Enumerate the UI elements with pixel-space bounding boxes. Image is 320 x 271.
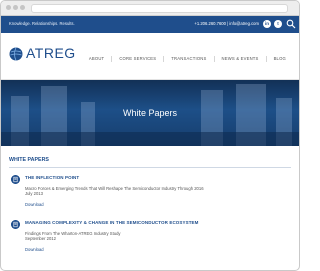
logo-text[interactable]: ATREG [26,45,76,61]
top-bar: Knowledge. Relationships. Results. +1.20… [1,16,299,33]
page-title: White Papers [122,108,178,118]
tagline: Knowledge. Relationships. Results. [9,21,75,26]
download-link[interactable]: Download [25,202,291,207]
list-item: MANAGING COMPLEXITY & CHANGE IN THE SEMI… [9,220,291,258]
nav-item-news-events[interactable]: NEWS & EVENTS [213,56,266,62]
twitter-icon[interactable]: t [274,20,282,28]
contact-info[interactable]: +1.206.260.7600 | info@atreg.com [194,21,259,26]
address-bar[interactable] [31,4,288,13]
window-minimize-dot[interactable] [13,5,18,10]
paper-title[interactable]: MANAGING COMPLEXITY & CHANGE IN THE SEMI… [25,220,291,225]
paper-date: July 2013 [25,191,43,196]
paper-title[interactable]: THE INFLECTION POINT [25,175,291,180]
nav-item-blog[interactable]: BLOG [265,56,293,62]
hero-decoration [1,132,299,146]
nav-item-about[interactable]: ABOUT [82,56,111,62]
list-item: THE INFLECTION POINT Macro Forces & Emer… [9,175,291,213]
main-content: WHITE PAPERS THE INFLECTION POINT Macro … [1,157,299,258]
main-nav-bar: ATREG ABOUT CORE SERVICES TRANSACTIONS N… [1,33,299,80]
nav-item-transactions[interactable]: TRANSACTIONS [163,56,213,62]
window-close-dot[interactable] [6,5,11,10]
paper-date: September 2012 [25,236,56,241]
nav-item-core-services[interactable]: CORE SERVICES [111,56,163,62]
document-icon [11,220,20,229]
browser-window: Knowledge. Relationships. Results. +1.20… [0,0,300,271]
search-icon[interactable] [286,19,296,29]
main-nav: ABOUT CORE SERVICES TRANSACTIONS NEWS & … [82,56,293,62]
section-title: WHITE PAPERS [9,157,291,168]
document-icon [11,175,20,184]
hero-banner: White Papers [1,80,299,146]
linkedin-icon[interactable]: in [263,20,271,28]
download-link[interactable]: Download [25,247,291,252]
globe-logo-icon[interactable] [9,47,23,61]
browser-chrome [1,1,299,16]
window-maximize-dot[interactable] [20,5,25,10]
